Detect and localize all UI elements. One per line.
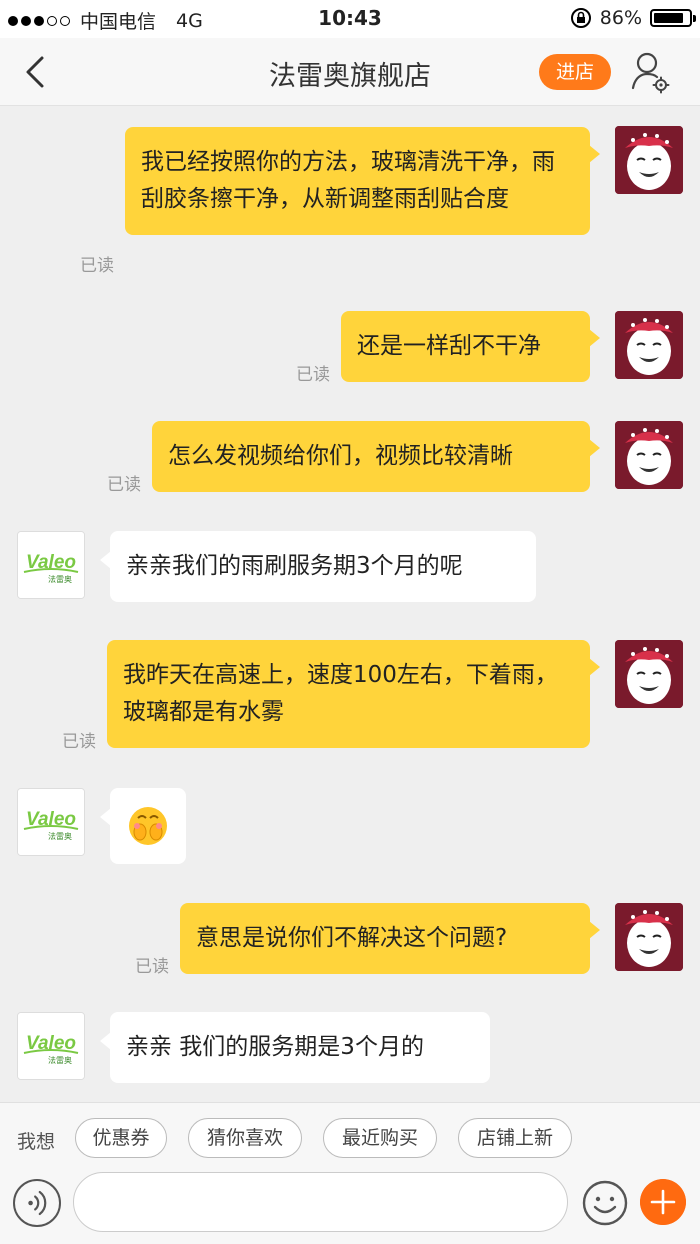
read-receipt: 已读 xyxy=(80,256,114,276)
chip-recent-purchases[interactable]: 最近购买 xyxy=(323,1118,437,1158)
valeo-logo-icon: Valeo 法雷奥 xyxy=(18,789,84,855)
read-receipt: 已读 xyxy=(62,732,96,752)
plus-icon[interactable] xyxy=(640,1179,686,1225)
emoji-picker-icon[interactable] xyxy=(581,1179,629,1227)
my-avatar[interactable] xyxy=(615,311,683,379)
message-bubble-mine[interactable]: 怎么发视频给你们，视频比较清晰 xyxy=(152,421,600,492)
message-bubble-mine[interactable]: 意思是说你们不解决这个问题? xyxy=(180,903,600,974)
voice-icon[interactable] xyxy=(13,1179,61,1227)
shop-avatar[interactable]: Valeo 法雷奥 xyxy=(17,1012,85,1080)
my-avatar[interactable] xyxy=(615,640,683,708)
meme-face-icon xyxy=(615,640,683,708)
read-receipt: 已读 xyxy=(135,957,169,977)
chip-coupon[interactable]: 优惠券 xyxy=(75,1118,167,1158)
svg-text:法雷奥: 法雷奥 xyxy=(48,1055,72,1065)
shop-avatar[interactable]: Valeo 法雷奥 xyxy=(17,531,85,599)
battery-icon xyxy=(650,9,696,27)
message-bubble-shop[interactable]: 亲亲 我们的服务期是3个月的 xyxy=(100,1012,490,1083)
message-bubble-mine[interactable]: 还是一样刮不干净 xyxy=(341,311,600,382)
valeo-logo-icon: Valeo 法雷奥 xyxy=(18,1013,84,1079)
status-bar: 中国电信 4G 10:43 86% xyxy=(0,0,700,38)
message-bubble-mine[interactable]: 我已经按照你的方法，玻璃清洗干净，雨刮胶条擦干净，从新调整雨刮贴合度 xyxy=(125,127,600,235)
my-avatar[interactable] xyxy=(615,903,683,971)
chip-guess-you-like[interactable]: 猜你喜欢 xyxy=(188,1118,302,1158)
enter-store-button[interactable]: 进店 xyxy=(539,54,611,90)
suggestions-label: 我想 xyxy=(17,1131,56,1153)
meme-face-icon xyxy=(615,126,683,194)
input-bar xyxy=(0,1172,700,1244)
svg-text:法雷奥: 法雷奥 xyxy=(48,831,72,841)
my-avatar[interactable] xyxy=(615,421,683,489)
message-bubble-mine[interactable]: 我昨天在高速上，速度100左右，下着雨，玻璃都是有水雾 xyxy=(107,640,600,748)
quick-suggestions: 我想 优惠券 猜你喜欢 最近购买 店铺上新 xyxy=(0,1102,700,1172)
shop-avatar[interactable]: Valeo 法雷奥 xyxy=(17,788,85,856)
meme-face-icon xyxy=(615,421,683,489)
meme-face-icon xyxy=(615,903,683,971)
message-bubble-shop[interactable]: 亲亲我们的雨刷服务期3个月的呢 xyxy=(100,531,536,602)
rotation-lock-icon xyxy=(570,8,591,28)
status-right: 86% xyxy=(570,7,696,29)
message-input[interactable] xyxy=(73,1172,568,1232)
read-receipt: 已读 xyxy=(107,475,141,495)
meme-face-icon xyxy=(615,311,683,379)
read-receipt: 已读 xyxy=(296,365,330,385)
message-bubble-shop-emoji[interactable] xyxy=(100,788,186,864)
smiley-emoji-icon xyxy=(129,807,167,845)
user-settings-icon[interactable] xyxy=(630,50,670,94)
nav-bar: 法雷奥旗舰店 进店 xyxy=(0,38,700,106)
svg-text:法雷奥: 法雷奥 xyxy=(48,574,72,584)
chip-new-arrivals[interactable]: 店铺上新 xyxy=(458,1118,572,1158)
battery-percent: 86% xyxy=(599,7,642,29)
valeo-logo-icon: Valeo 法雷奥 xyxy=(18,532,84,598)
my-avatar[interactable] xyxy=(615,126,683,194)
chat-area[interactable]: 已读 我已经按照你的方法，玻璃清洗干净，雨刮胶条擦干净，从新调整雨刮贴合度 已读… xyxy=(0,106,700,1102)
